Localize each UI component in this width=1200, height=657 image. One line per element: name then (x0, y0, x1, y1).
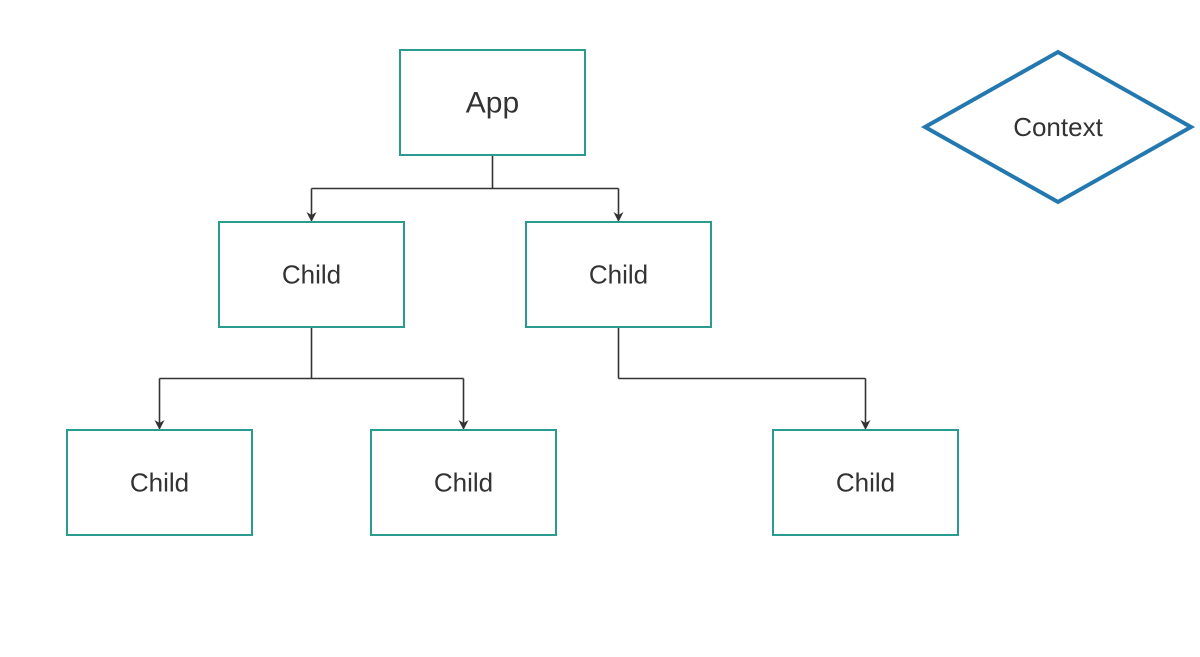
context-label: Context (1013, 112, 1103, 142)
node-context: Context (925, 52, 1191, 202)
node-c2: Child (526, 222, 711, 327)
node-label: Child (130, 467, 189, 497)
node-app: App (400, 50, 585, 155)
node-label: Child (836, 467, 895, 497)
node-label: Child (434, 467, 493, 497)
node-c5: Child (773, 430, 958, 535)
node-c1: Child (219, 222, 404, 327)
node-label: App (466, 86, 519, 119)
node-c3: Child (67, 430, 252, 535)
diagram-canvas: App Child Child Child Child Child Context (0, 0, 1200, 657)
node-c4: Child (371, 430, 556, 535)
node-label: Child (282, 259, 341, 289)
node-label: Child (589, 259, 648, 289)
